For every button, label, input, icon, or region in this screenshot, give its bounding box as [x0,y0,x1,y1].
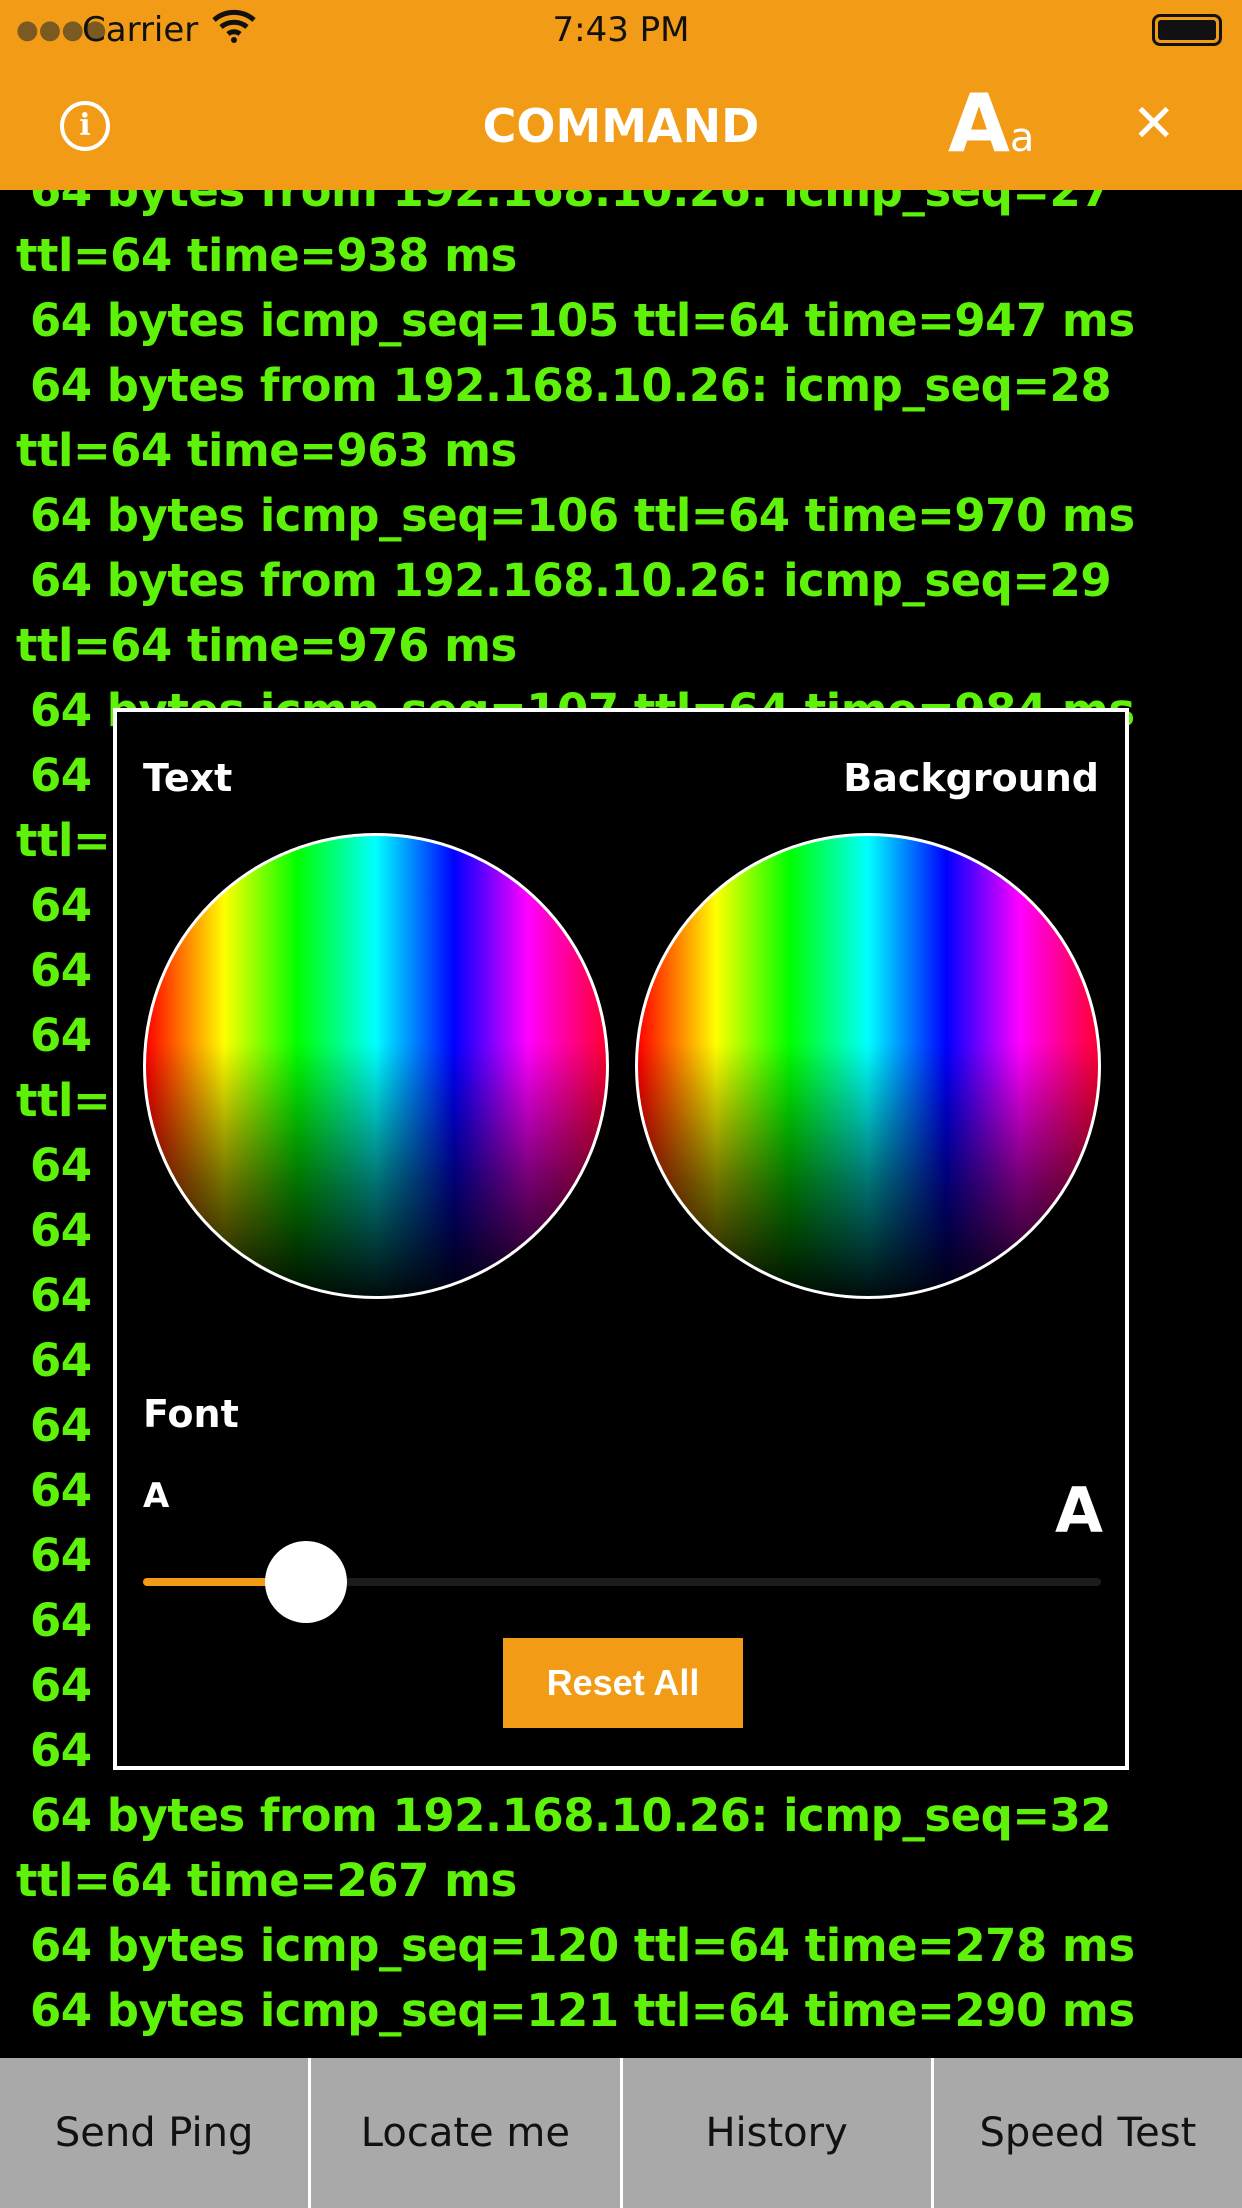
log-line: 64 bytes icmp_seq=120 ttl=64 time=278 ms [30,1919,1135,1972]
log-line: 64 bytes icmp_seq=106 ttl=64 time=970 ms [30,489,1135,542]
log-line: ttl=64 time=267 ms [16,1854,517,1907]
log-line: ttl=64 time=963 ms [16,424,517,477]
font-icon-small: a [1009,115,1035,161]
log-line: 64 bytes from 192.168.10.26: icmp_seq=32 [30,1789,1112,1842]
reset-all-button[interactable]: Reset All [503,1638,743,1728]
log-line: 64 bytes from 192.168.10.26: icmp_seq=29 [30,554,1112,607]
page-title: COMMAND [482,99,760,153]
background-color-wheel[interactable] [635,833,1101,1299]
large-font-icon: A [1055,1474,1103,1547]
background-color-label: Background [843,756,1099,800]
log-line: 64 bytes from 192.168.10.26: icmp_seq=28 [30,359,1112,412]
appearance-panel: Text Background Font A A Reset All [113,708,1129,1770]
font-icon-large: A [948,77,1010,170]
log-line: ttl=64 time=938 ms [16,229,517,282]
tab-send-ping[interactable]: Send Ping [0,2058,308,2208]
font-size-slider-thumb[interactable] [264,1541,347,1623]
nav-header: ●●●● Carrier 7:43 PM i COMMAND Aa ✕ [0,0,1242,190]
font-label: Font [143,1392,239,1436]
close-icon[interactable]: ✕ [1132,96,1176,152]
font-settings-button[interactable]: Aa [948,84,1034,178]
tab-history[interactable]: History [619,2058,931,2208]
battery-icon [1152,14,1222,58]
log-line: ttl=64 time=976 ms [16,619,517,672]
status-time: 7:43 PM [552,10,690,50]
log-line: 64 bytes icmp_seq=121 ttl=64 time=290 ms [30,1984,1135,2037]
log-line: 64 bytes icmp_seq=105 ttl=64 time=947 ms [30,294,1135,347]
tab-speed-test[interactable]: Speed Test [930,2058,1242,2208]
tab-locate-me[interactable]: Locate me [308,2058,619,2208]
small-font-icon: A [143,1476,170,1516]
text-color-wheel[interactable] [143,833,609,1299]
text-color-label: Text [143,756,233,800]
bottom-tab-bar: Send Ping Locate me History Speed Test [0,2058,1242,2208]
